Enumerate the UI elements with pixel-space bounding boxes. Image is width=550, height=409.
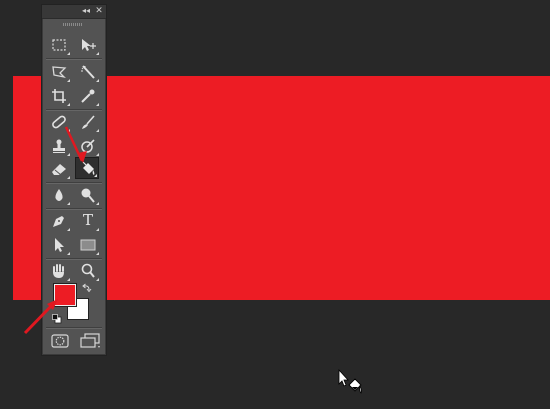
eyedropper-icon [81,89,95,103]
spot-healing-brush-tool[interactable] [47,111,71,133]
dodge-tool[interactable] [76,184,100,206]
magic-wand-tool[interactable] [76,61,100,83]
zoom-tool[interactable] [76,260,100,282]
clone-stamp-icon [53,139,65,153]
panel-header[interactable]: ◂◂ ✕ [42,5,106,19]
collapse-panel-button[interactable]: ◂◂ [80,6,92,16]
swap-colors-icon[interactable] [82,283,92,293]
clone-stamp-tool[interactable] [47,135,71,157]
paint-bucket-cursor-icon [338,368,362,394]
move-icon [82,39,96,51]
hand-tool[interactable] [47,260,71,282]
default-colors-icon[interactable] [52,314,62,324]
path-selection-icon [55,238,64,252]
rectangle-shape-tool[interactable] [76,234,100,256]
close-panel-button[interactable]: ✕ [93,6,105,16]
rectangle-shape-icon [80,239,96,251]
screen-mode-icon[interactable] [79,333,101,349]
spot-healing-brush-icon [52,115,66,129]
eyedropper-tool[interactable] [76,85,100,107]
history-brush-icon [81,139,95,153]
eraser-tool[interactable] [47,158,71,180]
brush-icon [82,115,95,129]
blur-tool[interactable] [47,184,71,206]
lasso-tool[interactable] [47,61,71,83]
lasso-icon [52,66,67,79]
dodge-icon [81,188,95,203]
magic-wand-icon [81,65,95,79]
hand-icon [53,264,64,278]
rectangular-marquee-icon [52,39,66,51]
foreground-color-swatch[interactable] [54,284,76,306]
quick-mask-icon[interactable] [50,333,70,349]
zoom-icon [81,263,95,278]
pen-icon [53,216,64,227]
path-selection-tool[interactable] [47,234,71,256]
type-icon: T [82,211,93,229]
rectangular-marquee-tool[interactable] [47,34,71,56]
panel-grip[interactable] [63,23,83,26]
type-tool[interactable]: T [76,210,100,232]
eraser-icon [52,164,66,176]
pen-tool[interactable] [47,210,71,232]
crop-icon [52,89,66,103]
move-tool[interactable] [76,34,100,56]
tools-panel: ◂◂ ✕ T [41,4,107,356]
history-brush-tool[interactable] [76,135,100,157]
brush-tool[interactable] [76,111,100,133]
blur-icon [55,189,63,201]
paint-bucket-tool[interactable] [75,157,99,179]
crop-tool[interactable] [47,85,71,107]
